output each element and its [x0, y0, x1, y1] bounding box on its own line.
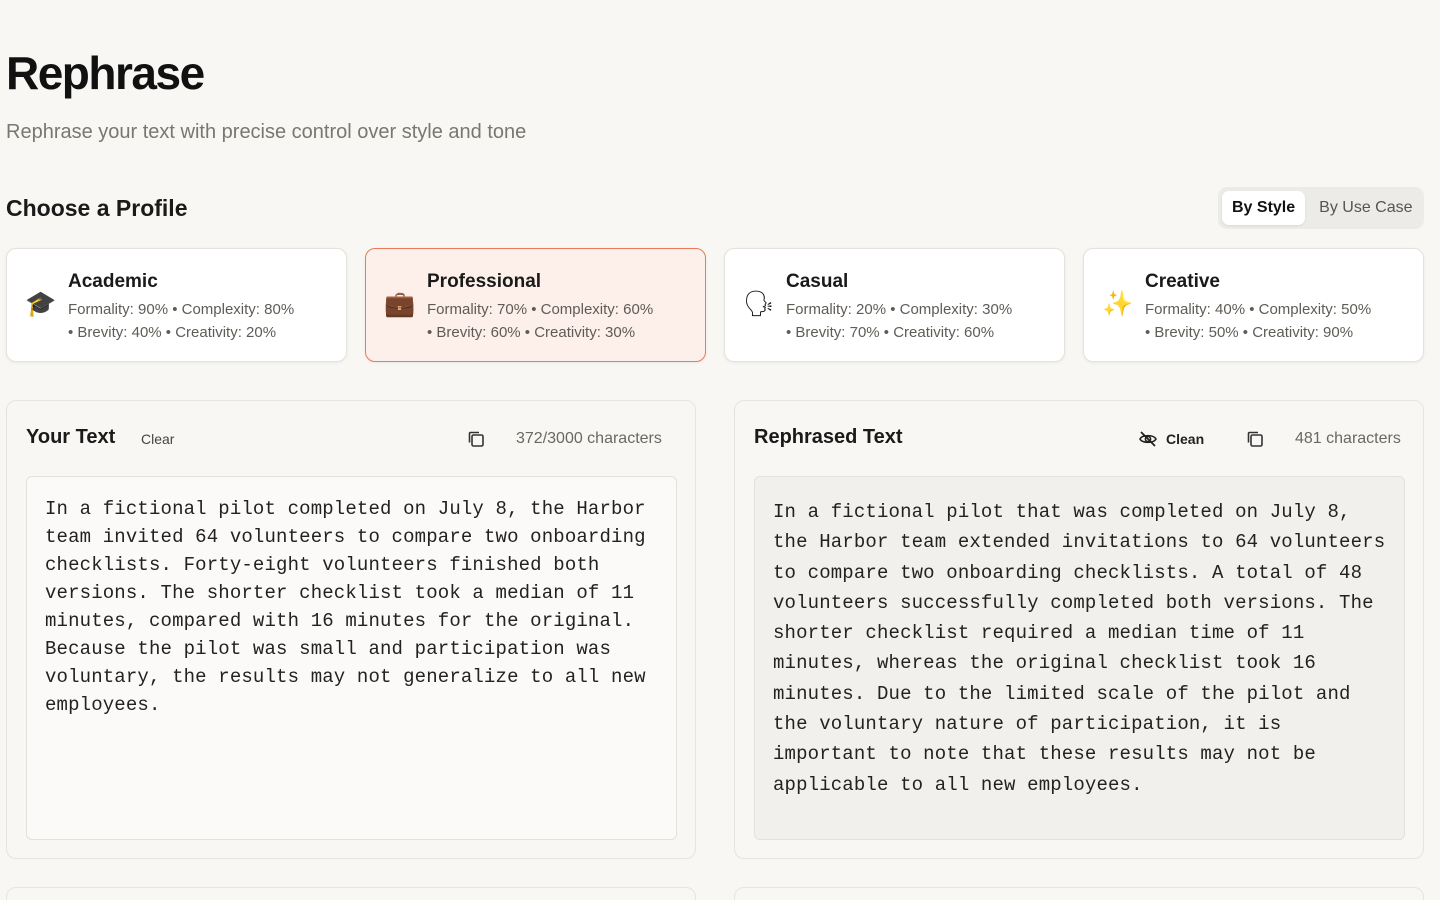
profile-card-academic[interactable]: 🎓 Academic Formality: 90% • Complexity: …	[6, 248, 347, 362]
profile-card-casual[interactable]: 🗣 Casual Formality: 20% • Complexity: 30…	[724, 248, 1065, 362]
clean-label: Clean	[1166, 431, 1205, 447]
lower-panel-right	[734, 887, 1424, 900]
profile-name: Creative	[1145, 271, 1220, 292]
input-panel: Your Text Clear 372/3000 characters In a…	[6, 400, 696, 859]
profile-settings-line: • Brevity: 40% • Creativity: 20%	[68, 324, 277, 341]
input-panel-title: Your Text	[26, 426, 116, 448]
briefcase-icon: 💼	[384, 289, 416, 318]
eye-off-icon	[1139, 431, 1157, 447]
page-subtitle: Rephrase your text with precise control …	[6, 121, 527, 143]
graduation-cap-icon: 🎓	[25, 289, 57, 318]
speaking-head-icon: 🗣	[743, 289, 775, 318]
profile-settings-line: Formality: 20% • Complexity: 30%	[786, 301, 1013, 318]
profile-settings-line: • Brevity: 70% • Creativity: 60%	[786, 324, 995, 341]
profiles-section-title: Choose a Profile	[6, 195, 188, 221]
profile-settings-line: • Brevity: 60% • Creativity: 30%	[427, 324, 636, 341]
copy-icon[interactable]	[1245, 429, 1265, 449]
profile-settings: Formality: 90% • Complexity: 80% • Brevi…	[68, 298, 340, 344]
profile-name: Academic	[68, 271, 158, 292]
profile-settings: Formality: 40% • Complexity: 50% • Brevi…	[1145, 298, 1417, 344]
output-panel-title: Rephrased Text	[754, 426, 903, 448]
profile-name: Professional	[427, 271, 542, 292]
profile-settings-line: • Brevity: 50% • Creativity: 90%	[1145, 324, 1354, 341]
profile-view-toggle: By Style By Use Case	[1218, 187, 1424, 229]
profile-settings: Formality: 20% • Complexity: 30% • Brevi…	[786, 298, 1058, 344]
output-panel: Rephrased Text Clean 481 characters In a…	[734, 400, 1424, 859]
profile-name: Casual	[786, 271, 849, 292]
profile-settings-line: Formality: 70% • Complexity: 60%	[427, 301, 654, 318]
page-title: Rephrase	[6, 47, 205, 99]
output-char-count: 481 characters	[1295, 430, 1401, 447]
input-char-count: 372/3000 characters	[516, 430, 662, 447]
profile-settings: Formality: 70% • Complexity: 60% • Brevi…	[427, 298, 699, 344]
rephrase-page: Rephrase Rephrase your text with precise…	[0, 0, 1440, 900]
copy-icon[interactable]	[466, 429, 486, 449]
profile-settings-line: Formality: 90% • Complexity: 80%	[68, 301, 295, 318]
output-text: In a fictional pilot that was completed …	[754, 476, 1405, 840]
clear-button[interactable]: Clear	[141, 431, 174, 447]
by-style-tab[interactable]: By Style	[1222, 191, 1306, 225]
profile-card-creative[interactable]: ✨ Creative Formality: 40% • Complexity: …	[1083, 248, 1424, 362]
input-textarea[interactable]: In a fictional pilot completed on July 8…	[26, 476, 677, 840]
sparkles-icon: ✨	[1102, 289, 1134, 318]
clean-toggle[interactable]: Clean	[1138, 428, 1204, 450]
by-use-case-tab[interactable]: By Use Case	[1309, 191, 1422, 225]
lower-panel-left	[6, 887, 696, 900]
profile-card-professional[interactable]: 💼 Professional Formality: 70% • Complexi…	[365, 248, 706, 362]
profile-settings-line: Formality: 40% • Complexity: 50%	[1145, 301, 1372, 318]
